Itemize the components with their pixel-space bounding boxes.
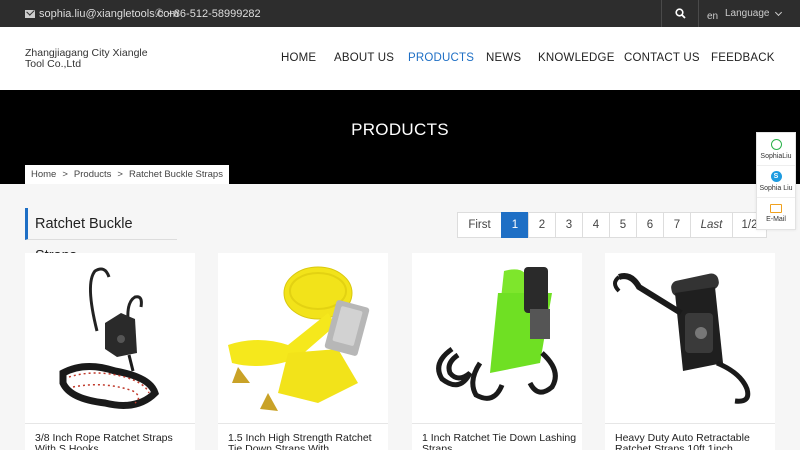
breadcrumb-separator: > bbox=[62, 169, 68, 180]
nav-contact-us[interactable]: CONTACT US bbox=[624, 52, 700, 64]
page-title: PRODUCTS bbox=[351, 120, 449, 139]
product-image-rope-ratchet[interactable] bbox=[25, 253, 195, 423]
whatsapp-icon bbox=[770, 138, 782, 150]
product-image-green-ratchet[interactable] bbox=[412, 253, 582, 423]
pagination: First 1 2 3 4 5 6 7 Last 1/2 bbox=[457, 212, 767, 238]
topbar-phone-text[interactable]: +86-512-58999282 bbox=[167, 8, 260, 20]
product-card[interactable]: Heavy Duty Auto Retractable Ratchet Stra… bbox=[605, 253, 775, 450]
product-name[interactable]: 1.5 Inch High Strength Ratchet Tie Down … bbox=[228, 433, 383, 450]
company-logo-text[interactable]: Zhangjiagang City Xiangle Tool Co.,Ltd bbox=[25, 48, 150, 70]
search-icon bbox=[674, 8, 686, 19]
product-image-black-retractable[interactable] bbox=[605, 253, 775, 423]
pagination-page-4[interactable]: 4 bbox=[582, 212, 609, 238]
site-header: Zhangjiagang City Xiangle Tool Co.,Ltd H… bbox=[0, 27, 800, 90]
product-card[interactable]: 1.5 Inch High Strength Ratchet Tie Down … bbox=[218, 253, 388, 450]
product-name[interactable]: 3/8 Inch Rope Ratchet Straps With S Hook… bbox=[35, 433, 190, 450]
nav-news[interactable]: NEWS bbox=[486, 52, 521, 64]
nav-products[interactable]: PRODUCTS bbox=[408, 52, 474, 64]
breadcrumb-products[interactable]: Products bbox=[74, 169, 112, 180]
pagination-page-6[interactable]: 6 bbox=[636, 212, 663, 238]
product-name[interactable]: Heavy Duty Auto Retractable Ratchet Stra… bbox=[615, 433, 770, 450]
email-icon bbox=[770, 204, 782, 213]
pagination-page-5[interactable]: 5 bbox=[609, 212, 636, 238]
product-name[interactable]: 1 Inch Ratchet Tie Down Lashing Straps bbox=[422, 433, 577, 450]
chevron-down-icon bbox=[774, 8, 782, 16]
topbar-phone[interactable]: ✆ +86-512-58999282 bbox=[155, 0, 261, 27]
language-selector[interactable]: Language bbox=[725, 0, 782, 27]
category-title: Ratchet Buckle Straps bbox=[25, 208, 177, 264]
breadcrumb: Home > Products > Ratchet Buckle Straps bbox=[25, 165, 229, 184]
skype-contact[interactable]: S Sophia Liu bbox=[757, 165, 795, 197]
top-bar: sophia.liu@xiangletools.com ✆ +86-512-58… bbox=[0, 0, 800, 27]
search-button[interactable] bbox=[662, 0, 698, 27]
nav-feedback[interactable]: FEEDBACK bbox=[711, 52, 775, 64]
skype-label: Sophia Liu bbox=[759, 185, 793, 192]
mail-icon bbox=[25, 9, 35, 18]
nav-knowledge[interactable]: KNOWLEDGE bbox=[538, 52, 615, 64]
card-divider bbox=[412, 423, 582, 424]
pagination-last[interactable]: Last bbox=[690, 212, 732, 238]
breadcrumb-current: Ratchet Buckle Straps bbox=[128, 169, 223, 180]
card-divider bbox=[605, 423, 775, 424]
nav-about-us[interactable]: ABOUT US bbox=[334, 52, 394, 64]
whatsapp-label: SophiaLiu bbox=[760, 152, 792, 160]
breadcrumb-home[interactable]: Home bbox=[31, 169, 56, 180]
skype-icon: S bbox=[770, 171, 782, 182]
nav-home[interactable]: HOME bbox=[281, 52, 316, 64]
email-label: E-Mail bbox=[766, 216, 786, 223]
email-contact[interactable]: E-Mail bbox=[757, 197, 795, 229]
product-card[interactable]: 1 Inch Ratchet Tie Down Lashing Straps bbox=[412, 253, 582, 450]
product-image-yellow-ratchet[interactable] bbox=[218, 253, 388, 423]
pagination-first[interactable]: First bbox=[457, 212, 501, 238]
language-label: Language bbox=[725, 8, 770, 19]
pagination-page-2[interactable]: 2 bbox=[528, 212, 555, 238]
product-card[interactable]: 3/8 Inch Rope Ratchet Straps With S Hook… bbox=[25, 253, 195, 450]
pagination-page-3[interactable]: 3 bbox=[555, 212, 582, 238]
whatsapp-contact[interactable]: SophiaLiu bbox=[757, 133, 795, 165]
card-divider bbox=[25, 423, 195, 424]
breadcrumb-separator: > bbox=[117, 169, 123, 180]
floating-contact-panel: SophiaLiu S Sophia Liu E-Mail bbox=[756, 132, 796, 230]
pagination-page-1[interactable]: 1 bbox=[501, 212, 528, 238]
topbar-divider bbox=[698, 0, 699, 27]
pagination-page-7[interactable]: 7 bbox=[663, 212, 690, 238]
language-code: en bbox=[707, 11, 719, 22]
phone-icon: ✆ bbox=[155, 8, 164, 19]
card-divider bbox=[218, 423, 388, 424]
